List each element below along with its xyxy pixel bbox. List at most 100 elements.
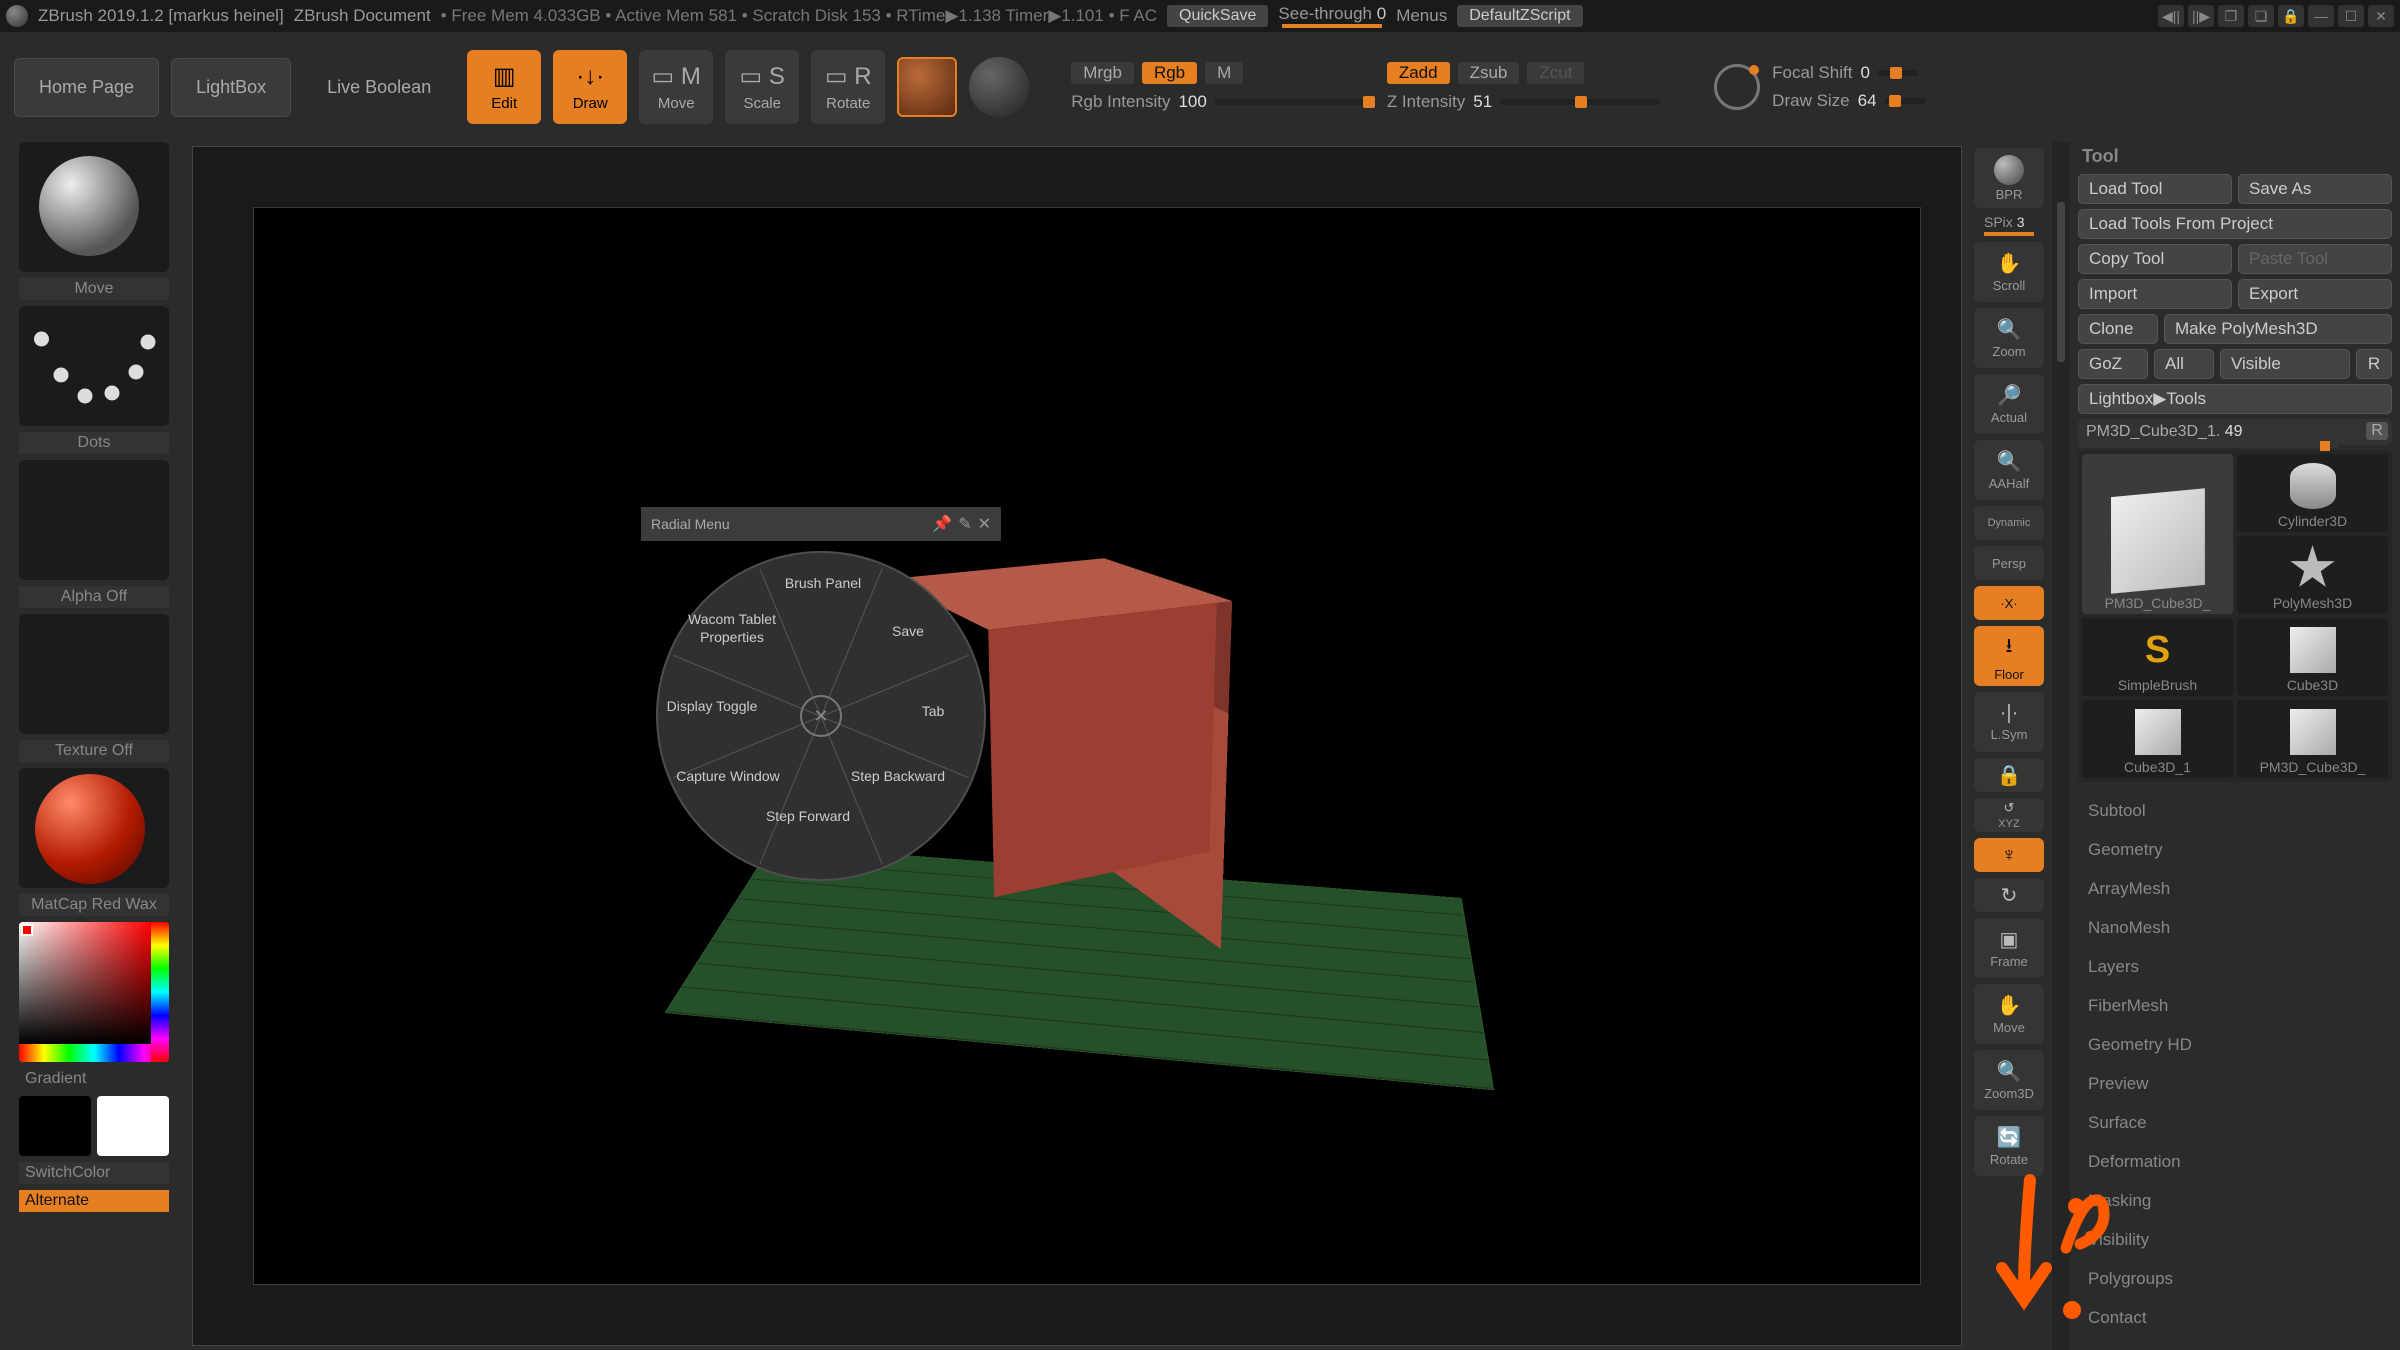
goz-r-button[interactable]: R [2356,349,2392,379]
tool-item-pm3d-cube[interactable]: PM3D_Cube3D_ [2082,454,2233,614]
document-canvas[interactable]: Radial Menu 📌 ✎ ✕ Brush Panel Save Tab S… [192,146,1962,1346]
radial-seg-wacom[interactable]: Wacom Tablet Properties [672,611,792,646]
lightbox-tools-button[interactable]: Lightbox▶Tools [2078,384,2392,414]
subpanel-contact[interactable]: Contact [2078,1300,2392,1336]
quicksave-button[interactable]: QuickSave [1167,5,1268,27]
goz-visible-button[interactable]: Visible [2220,349,2350,379]
radial-seg-tab[interactable]: Tab [873,703,993,721]
subpanel-geometry[interactable]: Geometry [2078,832,2392,868]
radial-settings-icon[interactable]: ✎ [958,514,971,534]
default-zscript[interactable]: DefaultZScript [1457,5,1582,27]
rotate-y-button[interactable]: ♆ [1974,838,2044,872]
radial-seg-step-backward[interactable]: Step Backward [838,768,958,786]
lsym-button[interactable]: ·|·L.Sym [1974,692,2044,752]
radial-seg-save[interactable]: Save [848,623,968,641]
zadd-button[interactable]: Zadd [1387,62,1450,84]
rotate-mode-button[interactable]: ▭ RRotate [811,50,885,124]
tool-item-cube3d-1[interactable]: Cube3D_1 [2082,700,2233,778]
tray-left-icon[interactable]: ◀|| [2158,5,2184,27]
paste-tool-button[interactable]: Paste Tool [2238,244,2392,274]
poly-lock-button[interactable]: 🔒 [1974,758,2044,792]
active-tool-name[interactable]: PM3D_Cube3D_1. 49R [2078,419,2392,445]
tool-r-button[interactable]: R [2366,422,2388,440]
zoom-button[interactable]: 🔍Zoom [1974,308,2044,368]
gradient-label[interactable]: Gradient [19,1068,169,1090]
radial-pin-icon[interactable]: 📌 [932,514,952,534]
minimize-icon[interactable]: — [2308,5,2334,27]
tool-item-simplebrush[interactable]: SSimpleBrush [2082,618,2233,696]
radial-seg-brush-panel[interactable]: Brush Panel [763,575,883,593]
lock-icon[interactable]: 🔒 [2278,5,2304,27]
aahalf-button[interactable]: 🔍AAHalf [1974,440,2044,500]
hue-bar[interactable] [19,1044,169,1062]
scroll-button[interactable]: ✋Scroll [1974,242,2044,302]
save-as-button[interactable]: Save As [2238,174,2392,204]
sculpt-mode-icon[interactable] [969,57,1029,117]
z-intensity-slider[interactable] [1500,99,1660,105]
rgb-button[interactable]: Rgb [1142,62,1197,84]
radial-wheel[interactable]: Brush Panel Save Tab Step Backward Step … [656,551,986,881]
persp-button[interactable]: Persp [1974,546,2044,580]
subpanel-masking[interactable]: Masking [2078,1183,2392,1219]
subpanel-preview[interactable]: Preview [2078,1066,2392,1102]
subpanel-fibermesh[interactable]: FiberMesh [2078,988,2392,1024]
material-thumbnail[interactable] [19,768,169,888]
draw-size-slider[interactable] [1885,98,1925,104]
move-mode-button[interactable]: ▭ MMove [639,50,713,124]
import-button[interactable]: Import [2078,279,2232,309]
tool-item-polymesh3d[interactable]: PolyMesh3D [2237,536,2388,614]
tool-item-pm3d-cube3d[interactable]: PM3D_Cube3D_ [2237,700,2388,778]
tray-right-icon[interactable]: ||▶ [2188,5,2214,27]
lightbox-button[interactable]: LightBox [171,58,291,117]
load-tool-button[interactable]: Load Tool [2078,174,2232,204]
clone-button[interactable]: Clone [2078,314,2158,344]
radial-seg-display-toggle[interactable]: Display Toggle [652,698,772,716]
export-button[interactable]: Export [2238,279,2392,309]
window-float-icon[interactable]: ❐ [2218,5,2244,27]
copy-tool-button[interactable]: Copy Tool [2078,244,2232,274]
seethrough-slider[interactable] [1282,24,1382,28]
goz-all-button[interactable]: All [2154,349,2214,379]
subpanel-surface[interactable]: Surface [2078,1105,2392,1141]
actual-button[interactable]: 🔎Actual [1974,374,2044,434]
menus-button[interactable]: Menus [1396,6,1447,26]
hue-bar-vertical[interactable] [151,922,169,1062]
zcut-button[interactable]: Zcut [1527,62,1584,84]
subpanel-subtool[interactable]: Subtool [2078,793,2392,829]
brush-thumbnail[interactable] [19,142,169,272]
secondary-color-swatch[interactable] [97,1096,169,1156]
stroke-thumbnail[interactable] [19,306,169,426]
alternate-button[interactable]: Alternate [19,1190,169,1212]
xyz-button[interactable]: ↺XYZ [1974,798,2044,832]
close-icon[interactable]: ✕ [2368,5,2394,27]
floor-button[interactable]: ⭳Floor [1974,626,2044,686]
make-polymesh-button[interactable]: Make PolyMesh3D [2164,314,2392,344]
x-close-button[interactable]: ·X· [1974,586,2044,620]
maximize-icon[interactable]: ☐ [2338,5,2364,27]
dynamic-button[interactable]: Dynamic [1974,506,2044,540]
subpanel-visibility[interactable]: Visibility [2078,1222,2392,1258]
radial-seg-capture-window[interactable]: Capture Window [668,768,788,786]
edit-mode-button[interactable]: ▥Edit [467,50,541,124]
goz-button[interactable]: GoZ [2078,349,2148,379]
move-view-button[interactable]: ✋Move [1974,984,2044,1044]
subpanel-polygroups[interactable]: Polygroups [2078,1261,2392,1297]
radial-center-close[interactable]: ✕ [800,695,842,737]
texture-thumbnail[interactable] [19,614,169,734]
zsub-button[interactable]: Zsub [1458,62,1520,84]
radial-seg-step-forward[interactable]: Step Forward [748,808,868,826]
subpanel-geometryhd[interactable]: Geometry HD [2078,1027,2392,1063]
focal-shift-slider[interactable] [1878,70,1918,76]
live-boolean-button[interactable]: Live Boolean [303,59,455,116]
scale-mode-button[interactable]: ▭ SScale [725,50,799,124]
tool-slider[interactable] [2320,441,2330,451]
subpanel-layers[interactable]: Layers [2078,949,2392,985]
rgb-intensity-slider[interactable] [1215,99,1375,105]
frame-button[interactable]: ▣Frame [1974,918,2044,978]
subpanel-arraymesh[interactable]: ArrayMesh [2078,871,2392,907]
subpanel-nanomesh[interactable]: NanoMesh [2078,910,2392,946]
radial-close-icon[interactable]: ✕ [978,514,991,534]
window-dupe-icon[interactable]: ❏ [2248,5,2274,27]
home-page-button[interactable]: Home Page [14,58,159,117]
right-tray-scrollbar[interactable] [2057,202,2065,362]
